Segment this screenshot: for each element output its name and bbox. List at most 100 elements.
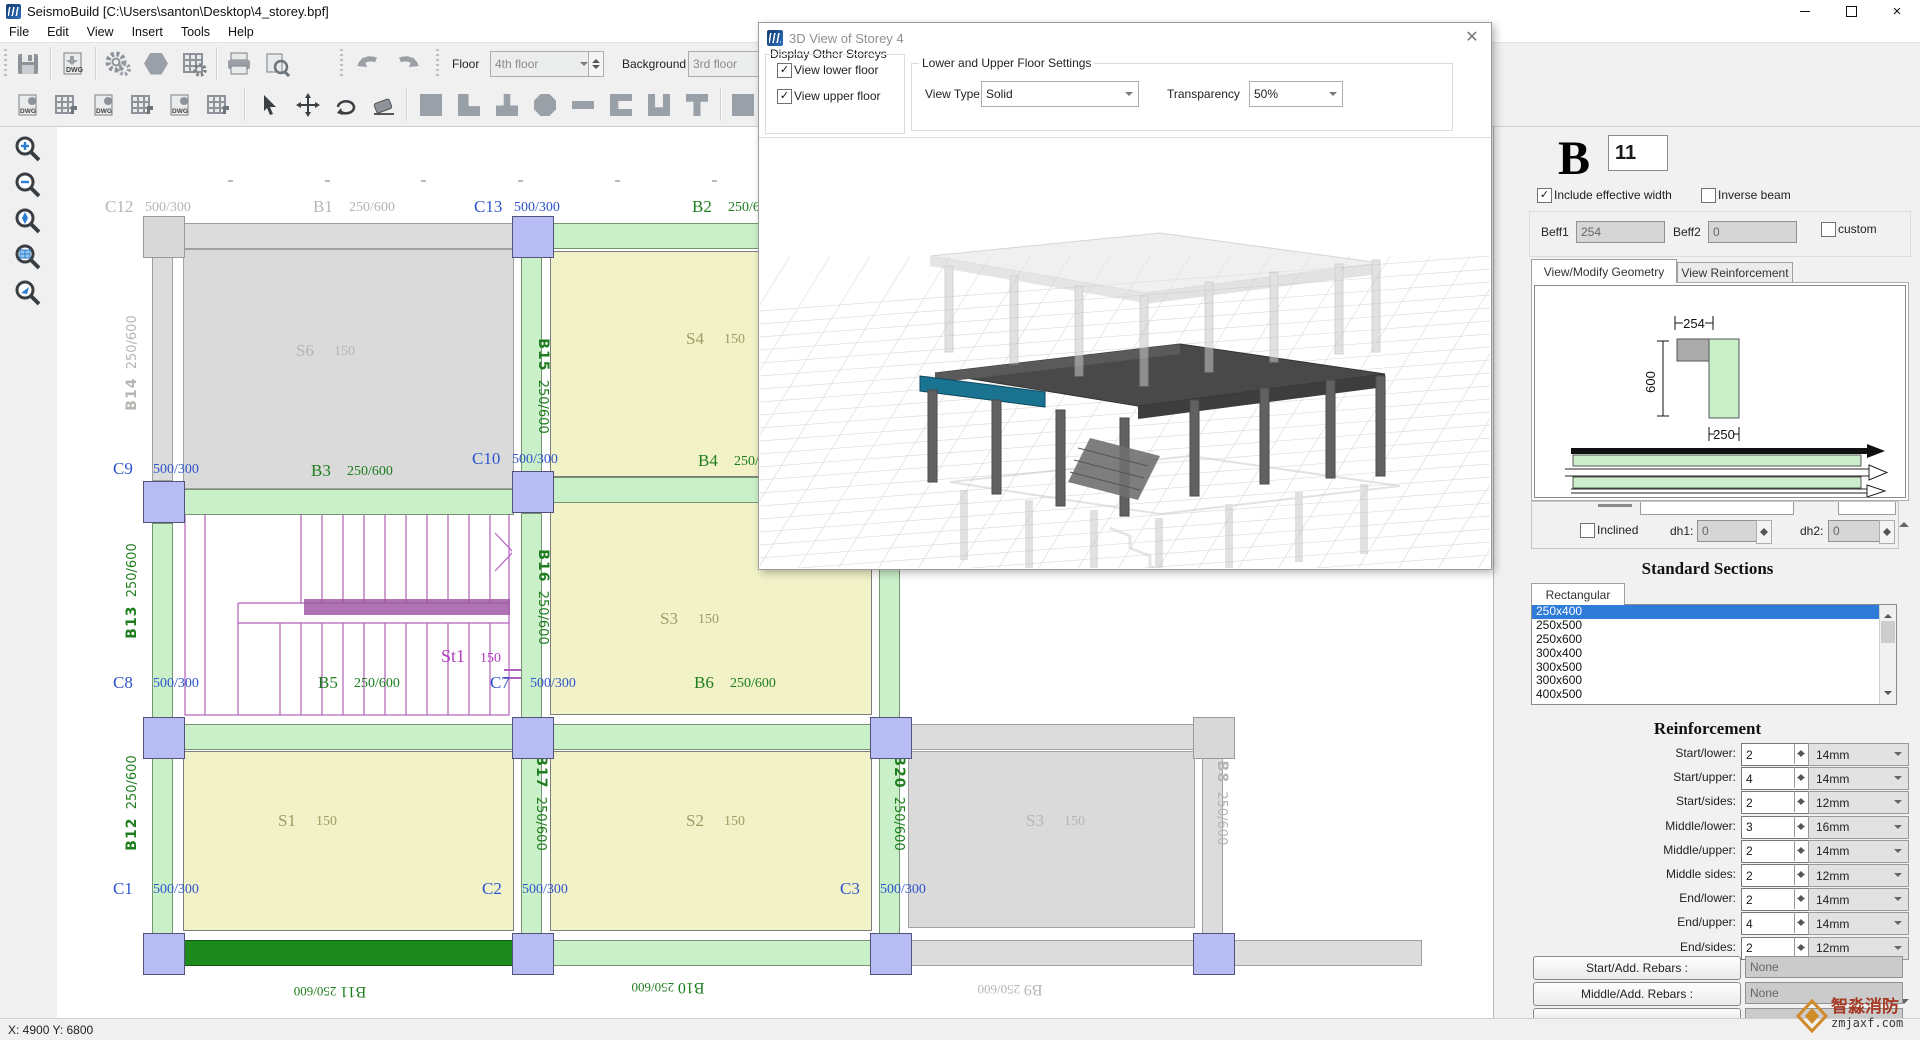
column-C12[interactable] xyxy=(143,216,185,258)
beam-B3[interactable] xyxy=(183,489,514,515)
minimize-button[interactable] xyxy=(1782,0,1828,22)
section-option-250x500[interactable]: 250x500 xyxy=(1532,619,1896,633)
beam-x[interactable] xyxy=(1231,940,1422,966)
beam-B6[interactable] xyxy=(550,724,872,750)
section-option-300x600[interactable]: 300x600 xyxy=(1532,674,1896,688)
column-C10[interactable] xyxy=(512,471,554,513)
section-shape-l-shape-button[interactable] xyxy=(452,89,486,121)
undo-button[interactable] xyxy=(350,46,386,81)
beam-x[interactable] xyxy=(908,724,1195,750)
dwg-view-button[interactable]: DWG xyxy=(10,87,46,122)
redo-button[interactable] xyxy=(390,46,426,81)
settings-gears-button[interactable] xyxy=(100,46,136,81)
column-x[interactable] xyxy=(1193,717,1235,759)
move-tool-button[interactable] xyxy=(290,87,326,122)
shape-blob-button[interactable]: DWG xyxy=(86,87,122,122)
menu-item-file[interactable]: File xyxy=(0,23,38,41)
column-C3[interactable] xyxy=(870,933,912,975)
spinner-buttons[interactable] xyxy=(1794,767,1808,788)
menu-item-tools[interactable]: Tools xyxy=(172,23,219,41)
rebar-diameter-4[interactable]: 14mm xyxy=(1808,840,1909,863)
spinner-buttons[interactable] xyxy=(1794,937,1808,958)
section-option-300x500[interactable]: 300x500 xyxy=(1532,661,1896,675)
close-button[interactable]: × xyxy=(1874,0,1920,22)
column-x[interactable] xyxy=(1193,933,1235,975)
scroll-up-icon[interactable] xyxy=(1884,610,1892,618)
section-shape-u-shape-button[interactable] xyxy=(642,89,676,121)
beam-x[interactable] xyxy=(879,569,900,719)
menu-item-insert[interactable]: Insert xyxy=(123,23,172,41)
column-C7[interactable] xyxy=(512,717,554,759)
3d-viewport[interactable] xyxy=(760,138,1490,568)
section-shape-tee-button[interactable] xyxy=(680,89,714,121)
zoom-window-button[interactable] xyxy=(11,241,47,274)
dh1-input[interactable]: 0 xyxy=(1697,520,1761,542)
slab-S3[interactable] xyxy=(908,751,1195,928)
section-option-300x400[interactable]: 300x400 xyxy=(1532,647,1896,661)
menu-item-view[interactable]: View xyxy=(78,23,123,41)
scroll-up-icon[interactable] xyxy=(1899,517,1909,527)
zoom-extents-button[interactable] xyxy=(11,205,47,238)
rebar-count-6[interactable]: 2 xyxy=(1741,888,1809,911)
column-C13[interactable] xyxy=(512,216,554,258)
column-x[interactable] xyxy=(870,717,912,759)
rebar-count-3[interactable]: 3 xyxy=(1741,816,1809,839)
beam-B14[interactable] xyxy=(152,256,173,481)
spinner-buttons[interactable] xyxy=(1794,816,1808,837)
floor-spinner[interactable] xyxy=(588,51,604,77)
tab-view-reinforcement[interactable]: View Reinforcement xyxy=(1677,262,1793,283)
dwg-export-button[interactable]: DWG xyxy=(55,46,91,81)
slab-S1[interactable] xyxy=(183,751,514,931)
eraser-tool-button[interactable] xyxy=(366,87,402,122)
rebar-diameter-1[interactable]: 14mm xyxy=(1808,767,1909,790)
beff1-input[interactable]: 254 xyxy=(1576,221,1665,243)
spinner-buttons[interactable] xyxy=(1794,791,1808,812)
rebar-count-4[interactable]: 2 xyxy=(1741,840,1809,863)
section-shape-rect2-button[interactable] xyxy=(726,89,760,121)
tab-view-modify-geometry[interactable]: View/Modify Geometry xyxy=(1531,259,1677,283)
slab-S2[interactable] xyxy=(550,751,872,931)
menu-item-edit[interactable]: Edit xyxy=(38,23,78,41)
standard-sections-list[interactable]: 250x400250x500250x600300x400300x500300x6… xyxy=(1531,604,1897,705)
view-lower-floor-checkbox[interactable]: ✓ xyxy=(777,63,792,78)
dh1-spinner[interactable] xyxy=(1756,520,1772,544)
save-button[interactable] xyxy=(10,46,46,81)
beam-B11[interactable] xyxy=(183,940,514,966)
section-shape-rect-button[interactable] xyxy=(414,89,448,121)
column-C1[interactable] xyxy=(143,933,185,975)
select-arrow-tool-button[interactable] xyxy=(252,87,288,122)
custom-checkbox[interactable] xyxy=(1821,222,1836,237)
beam-B5[interactable] xyxy=(183,724,514,750)
section-option-250x400[interactable]: 250x400 xyxy=(1532,605,1896,619)
spinner-buttons[interactable] xyxy=(1794,912,1808,933)
rebar-diameter-0[interactable]: 14mm xyxy=(1808,743,1909,766)
stairwell[interactable] xyxy=(183,511,512,717)
beam-B12[interactable] xyxy=(152,757,173,935)
view-upper-floor-checkbox[interactable]: ✓ xyxy=(777,89,792,104)
rebar-count-1[interactable]: 4 xyxy=(1741,767,1809,790)
column-C9[interactable] xyxy=(143,481,185,523)
rebar-diameter-6[interactable]: 14mm xyxy=(1808,888,1909,911)
dwg-magnet-button[interactable] xyxy=(48,87,84,122)
rotate-tool-button[interactable] xyxy=(328,87,364,122)
spinner-buttons[interactable] xyxy=(1794,888,1808,909)
inclined-checkbox[interactable] xyxy=(1580,523,1595,538)
spinner-buttons[interactable] xyxy=(1794,840,1808,861)
inverse-beam-checkbox[interactable] xyxy=(1701,188,1716,203)
print-button[interactable] xyxy=(221,46,257,81)
spinner-buttons[interactable] xyxy=(1794,743,1808,764)
section-option-400x500[interactable]: 400x500 xyxy=(1532,688,1896,702)
beam-B10[interactable] xyxy=(552,940,872,966)
slab-S6[interactable] xyxy=(183,249,514,489)
column-C8[interactable] xyxy=(143,717,185,759)
rebar-count-0[interactable]: 2 xyxy=(1741,743,1809,766)
maximize-button[interactable] xyxy=(1828,0,1874,22)
dialog-close-icon[interactable]: ✕ xyxy=(1461,28,1483,48)
section-shape-c-shape-button[interactable] xyxy=(604,89,638,121)
rebar-diameter-3[interactable]: 16mm xyxy=(1808,816,1909,839)
column-C2[interactable] xyxy=(512,933,554,975)
section-option-250x600[interactable]: 250x600 xyxy=(1532,633,1896,647)
zoom-pan-button[interactable] xyxy=(11,277,47,310)
transparency-select[interactable]: 50% xyxy=(1249,81,1343,107)
scroll-down-icon[interactable] xyxy=(1884,691,1892,699)
